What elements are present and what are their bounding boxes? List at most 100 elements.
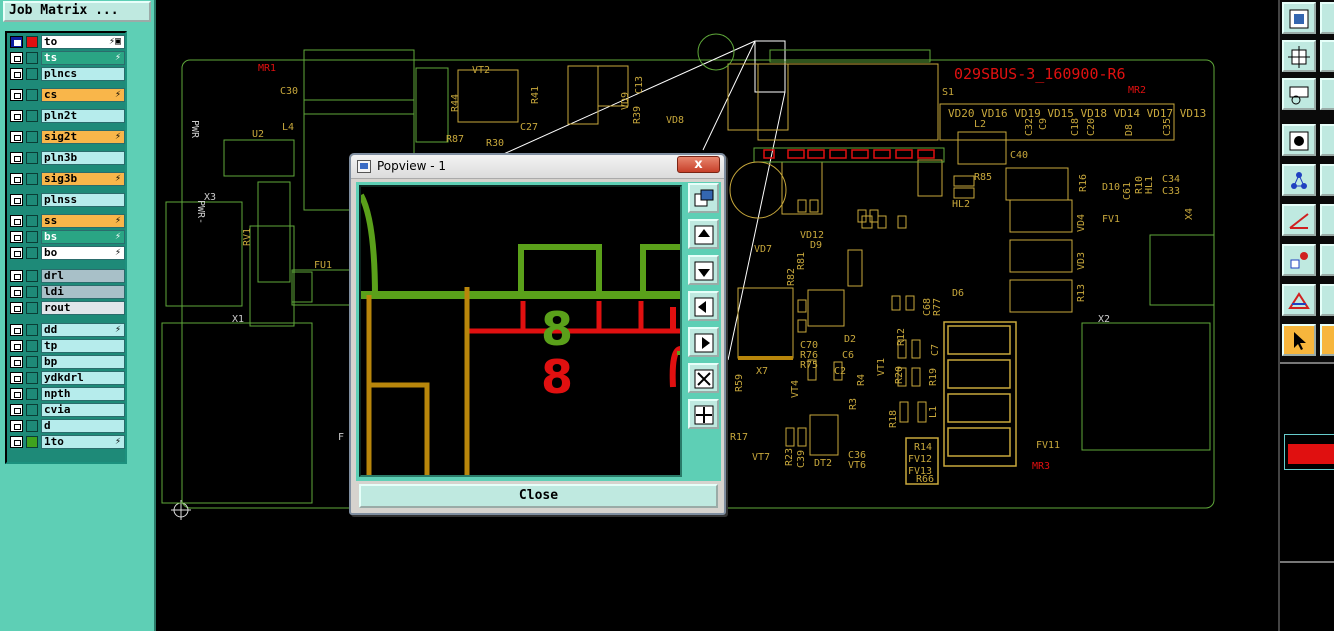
pan-left-icon[interactable] bbox=[688, 291, 719, 321]
layer-row-npth[interactable]: npth bbox=[9, 387, 125, 401]
tool-cut-2[interactable] bbox=[1320, 40, 1334, 72]
layer-color-swatch[interactable] bbox=[26, 356, 38, 368]
layer-color-swatch[interactable] bbox=[26, 302, 38, 314]
tool-cut-9[interactable] bbox=[1320, 324, 1334, 356]
layer-name[interactable]: sig3b ⚡ bbox=[41, 172, 125, 186]
layer-row-bp[interactable]: bp bbox=[9, 355, 125, 369]
layer-name[interactable]: 1to ⚡ bbox=[41, 435, 125, 449]
job-matrix-button[interactable]: Job Matrix ... bbox=[3, 1, 151, 22]
layer-name[interactable]: bp bbox=[41, 355, 125, 369]
layer-checkbox[interactable] bbox=[10, 270, 23, 282]
layer-checkbox[interactable] bbox=[10, 340, 23, 352]
layer-color-swatch[interactable] bbox=[26, 324, 38, 336]
zoom-in-icon[interactable] bbox=[1282, 2, 1316, 34]
layer-color-swatch[interactable] bbox=[26, 52, 38, 64]
layer-row-sig3b[interactable]: sig3b ⚡ bbox=[9, 172, 125, 186]
tool-cut-1[interactable] bbox=[1320, 2, 1334, 34]
layer-name[interactable]: ydkdrl bbox=[41, 371, 125, 385]
layer-color-swatch[interactable] bbox=[26, 68, 38, 80]
layer-name[interactable]: npth bbox=[41, 387, 125, 401]
layer-row-ss[interactable]: ss ⚡ bbox=[9, 214, 125, 228]
angle-icon[interactable] bbox=[1282, 204, 1316, 236]
layer-name[interactable]: plnss bbox=[41, 193, 125, 207]
layer-color-swatch[interactable] bbox=[26, 404, 38, 416]
layer-row-1to[interactable]: 1to ⚡ bbox=[9, 435, 125, 449]
layer-row-plnss[interactable]: plnss bbox=[9, 193, 125, 207]
drc-icon[interactable] bbox=[1282, 284, 1316, 316]
layer-checkbox[interactable] bbox=[10, 372, 23, 384]
layer-row-rout[interactable]: rout bbox=[9, 301, 125, 315]
layer-checkbox[interactable] bbox=[10, 152, 23, 164]
layer-color-swatch[interactable] bbox=[26, 420, 38, 432]
pan-up-icon[interactable] bbox=[688, 219, 719, 249]
tool-cut-4[interactable] bbox=[1320, 124, 1334, 156]
layer-checkbox[interactable] bbox=[10, 194, 23, 206]
zoom-window-icon[interactable] bbox=[688, 183, 719, 213]
layer-row-plncs[interactable]: plncs bbox=[9, 67, 125, 81]
layer-name[interactable]: tp bbox=[41, 339, 125, 353]
layer-checkbox[interactable] bbox=[10, 420, 23, 432]
layer-color-swatch[interactable] bbox=[26, 36, 38, 48]
layer-checkbox[interactable] bbox=[10, 131, 23, 143]
layer-color-swatch[interactable] bbox=[26, 372, 38, 384]
layer-name[interactable]: drl bbox=[41, 269, 125, 283]
layer-name[interactable]: sig2t ⚡ bbox=[41, 130, 125, 144]
layer-name[interactable]: rout bbox=[41, 301, 125, 315]
layer-row-drl[interactable]: drl bbox=[9, 269, 125, 283]
layer-row-to[interactable]: to ⚡▣ bbox=[9, 35, 125, 49]
layer-row-bs[interactable]: bs ⚡ bbox=[9, 230, 125, 244]
tool-cut-5[interactable] bbox=[1320, 164, 1334, 196]
layer-name[interactable]: plncs bbox=[41, 67, 125, 81]
layer-row-pln2t[interactable]: pln2t bbox=[9, 109, 125, 123]
layer-row-cs[interactable]: cs ⚡ bbox=[9, 88, 125, 102]
zoom-home-icon[interactable] bbox=[688, 399, 719, 429]
layer-color-swatch[interactable] bbox=[26, 270, 38, 282]
layer-name[interactable]: ldi bbox=[41, 285, 125, 299]
layer-color-swatch[interactable] bbox=[26, 194, 38, 206]
layer-name[interactable]: d bbox=[41, 419, 125, 433]
layer-name[interactable]: ss ⚡ bbox=[41, 214, 125, 228]
layer-name[interactable]: ts ⚡ bbox=[41, 51, 125, 65]
layer-row-ydkdrl[interactable]: ydkdrl bbox=[9, 371, 125, 385]
net-icon[interactable] bbox=[1282, 164, 1316, 196]
layer-color-swatch[interactable] bbox=[26, 286, 38, 298]
tool-cut-6[interactable] bbox=[1320, 204, 1334, 236]
layer-name[interactable]: cs ⚡ bbox=[41, 88, 125, 102]
layer-checkbox[interactable] bbox=[10, 231, 23, 243]
measure-icon[interactable] bbox=[1282, 78, 1316, 110]
popview-titlebar[interactable]: Popview - 1 x bbox=[351, 155, 724, 179]
layer-checkbox[interactable] bbox=[10, 36, 23, 48]
layer-checkbox[interactable] bbox=[10, 356, 23, 368]
layer-row-ldi[interactable]: ldi bbox=[9, 285, 125, 299]
layer-checkbox[interactable] bbox=[10, 68, 23, 80]
layer-checkbox[interactable] bbox=[10, 110, 23, 122]
snap-icon[interactable] bbox=[1282, 124, 1316, 156]
layer-color-swatch[interactable] bbox=[26, 152, 38, 164]
layer-checkbox[interactable] bbox=[10, 247, 23, 259]
layer-name[interactable]: pln2t bbox=[41, 109, 125, 123]
layer-name[interactable]: bs ⚡ bbox=[41, 230, 125, 244]
layer-color-swatch[interactable] bbox=[26, 231, 38, 243]
layer-color-swatch[interactable] bbox=[26, 89, 38, 101]
layer-row-sig2t[interactable]: sig2t ⚡ bbox=[9, 130, 125, 144]
layer-row-dd[interactable]: dd ⚡ bbox=[9, 323, 125, 337]
pan-right-icon[interactable] bbox=[688, 327, 719, 357]
layer-color-swatch[interactable] bbox=[26, 340, 38, 352]
layer-checkbox[interactable] bbox=[10, 404, 23, 416]
layer-color-swatch[interactable] bbox=[26, 436, 38, 448]
window-close-button[interactable]: x bbox=[677, 156, 720, 173]
layer-color-swatch[interactable] bbox=[26, 388, 38, 400]
layer-checkbox[interactable] bbox=[10, 436, 23, 448]
layer-name[interactable]: dd ⚡ bbox=[41, 323, 125, 337]
close-button[interactable]: Close bbox=[359, 484, 718, 508]
layer-name[interactable]: bo ⚡ bbox=[41, 246, 125, 260]
layer-checkbox[interactable] bbox=[10, 52, 23, 64]
tool-cut-7[interactable] bbox=[1320, 244, 1334, 276]
layer-checkbox[interactable] bbox=[10, 215, 23, 227]
layer-color-swatch[interactable] bbox=[26, 247, 38, 259]
mini-map[interactable] bbox=[1280, 362, 1334, 631]
layer-row-bo[interactable]: bo ⚡ bbox=[9, 246, 125, 260]
layer-checkbox[interactable] bbox=[10, 388, 23, 400]
tool-cut-3[interactable] bbox=[1320, 78, 1334, 110]
layer-color-swatch[interactable] bbox=[26, 131, 38, 143]
